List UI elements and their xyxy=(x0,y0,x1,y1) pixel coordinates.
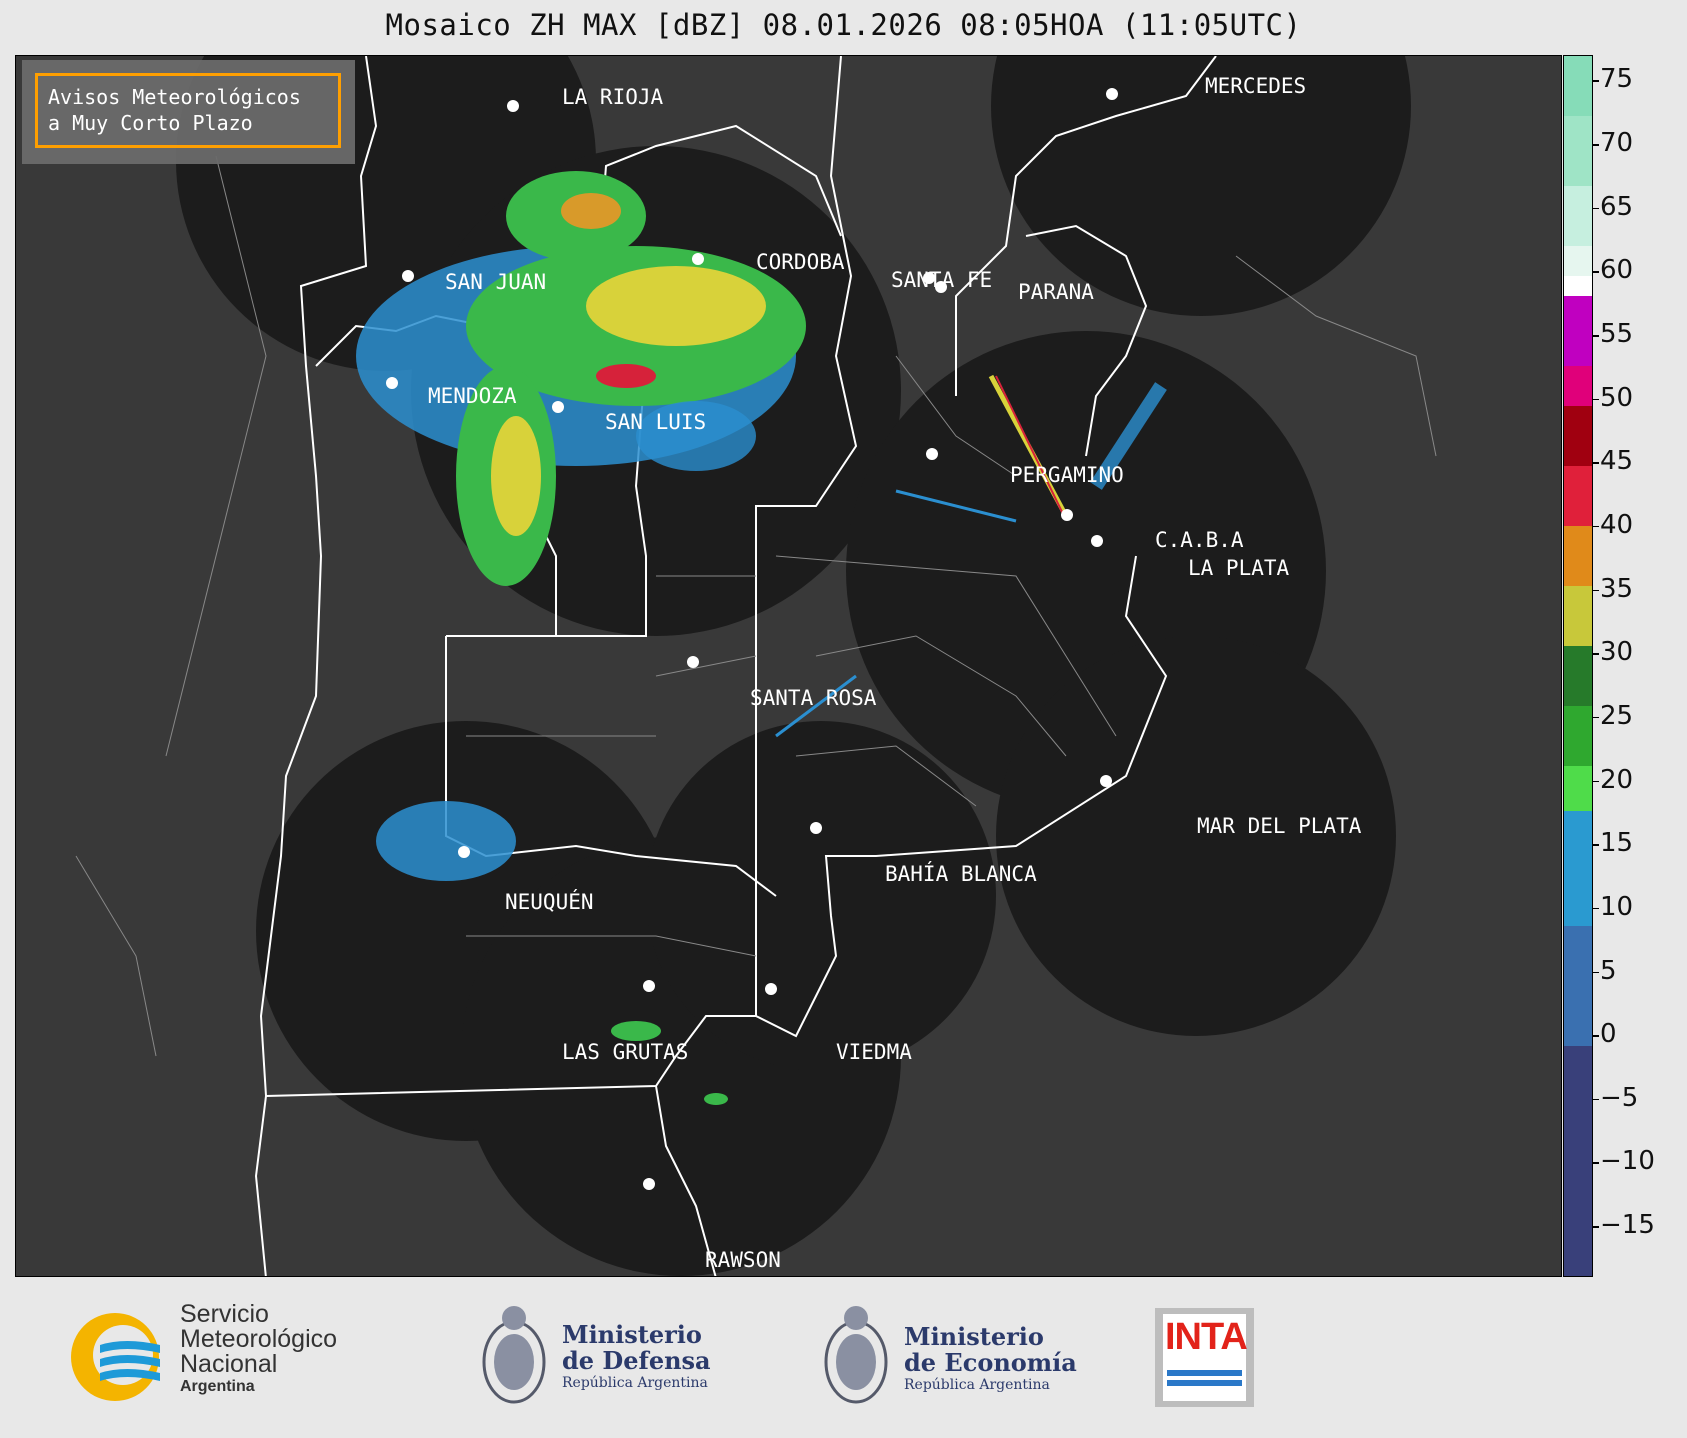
city-label: PARANA xyxy=(1018,280,1094,304)
city-label: MAR DEL PLATA xyxy=(1197,814,1362,838)
colorbar-tick-mark xyxy=(1593,335,1599,337)
radar-mosaic-canvas xyxy=(75,56,1437,1276)
city-label: BAHÍA BLANCA xyxy=(885,862,1037,886)
colorbar-tick-mark xyxy=(1593,271,1599,273)
badge-line-1: Avisos Meteorológicos xyxy=(48,85,301,109)
city-label: RAWSON xyxy=(705,1248,781,1272)
economia-seal-icon xyxy=(824,1306,888,1404)
inta-label: INTA xyxy=(1165,1316,1248,1358)
inta-logo: INTA xyxy=(1155,1308,1254,1407)
smn-line-2: Meteorológico xyxy=(180,1325,338,1353)
colorbar-tick-mark xyxy=(1593,398,1599,401)
colorbar-tick-mark xyxy=(1593,716,1599,719)
defensa-line-2: de Defensa xyxy=(562,1346,711,1375)
colorbar-tick-label: 40 xyxy=(1600,509,1634,540)
city-label: MERCEDES xyxy=(1205,74,1307,98)
economia-line-2: de Economía xyxy=(904,1348,1077,1377)
colorbar-tick-label: 10 xyxy=(1600,891,1634,922)
smn-line-1: Servicio xyxy=(180,1300,269,1328)
city-label: VIEDMA xyxy=(836,1040,912,1064)
colorbar-tick-mark xyxy=(1593,207,1599,210)
colorbar-tick-mark xyxy=(1593,1098,1599,1101)
colorbar-gradient xyxy=(1564,56,1592,1276)
economia-line-1: Ministerio xyxy=(904,1322,1044,1351)
colorbar-tick-mark xyxy=(1593,144,1599,146)
colorbar-tick-mark xyxy=(1593,1035,1599,1037)
city-label: LA PLATA xyxy=(1188,556,1290,580)
city-label: SAN LUIS xyxy=(605,410,707,434)
defensa-seal-icon xyxy=(482,1306,546,1404)
colorbar-tick-label: 45 xyxy=(1600,446,1634,477)
colorbar-tick-label: 55 xyxy=(1600,319,1634,350)
footer-logos: Servicio Meteorológico Nacional Argentin… xyxy=(0,1280,1687,1438)
colorbar-tick-label: 30 xyxy=(1600,637,1634,668)
radar-map[interactable] xyxy=(15,55,1562,1277)
colorbar-tick-mark xyxy=(1593,525,1599,528)
colorbar-tick-mark xyxy=(1593,1226,1599,1228)
colorbar-tick-label: 50 xyxy=(1600,382,1634,413)
defensa-wordmark: Ministerio de Defensa República Argentin… xyxy=(562,1322,711,1392)
colorbar-tick-label: 65 xyxy=(1600,191,1634,222)
city-label: PERGAMINO xyxy=(1010,463,1124,487)
colorbar-tick-label: 70 xyxy=(1600,128,1634,159)
colorbar-tick-mark xyxy=(1593,1162,1599,1164)
colorbar-tick-label: −5 xyxy=(1600,1082,1639,1113)
city-label: MENDOZA xyxy=(428,384,517,408)
map-title: Mosaico ZH MAX [dBZ] 08.01.2026 08:05HOA… xyxy=(385,8,1302,42)
defensa-line-3: República Argentina xyxy=(562,1375,708,1391)
city-label: CORDOBA xyxy=(756,250,845,274)
smn-wordmark: Servicio Meteorológico Nacional Argentin… xyxy=(180,1302,337,1397)
colorbar-tick-label: −10 xyxy=(1600,1146,1655,1177)
smn-line-3: Nacional xyxy=(180,1350,278,1378)
city-label: LA RIOJA xyxy=(562,85,664,109)
colorbar-tick-mark xyxy=(1593,80,1599,82)
city-label: C.A.B.A xyxy=(1155,528,1244,552)
warnings-badge-frame[interactable]: Avisos Meteorológicos a Muy Corto Plazo xyxy=(35,73,341,148)
city-label: SAN JUAN xyxy=(445,270,547,294)
colorbar-tick-mark xyxy=(1593,780,1599,783)
colorbar-tick-mark xyxy=(1593,462,1599,464)
colorbar-tick-label: 15 xyxy=(1600,828,1634,859)
colorbar-tick-label: 5 xyxy=(1600,955,1617,986)
colorbar-tick-mark xyxy=(1593,844,1599,846)
colorbar-tick-mark xyxy=(1593,907,1599,910)
colorbar-tick-mark xyxy=(1593,971,1599,973)
colorbar-tick-label: −15 xyxy=(1600,1210,1655,1241)
colorbar-tick-label: 0 xyxy=(1600,1019,1617,1050)
defensa-line-1: Ministerio xyxy=(562,1320,702,1349)
economia-line-3: República Argentina xyxy=(904,1377,1050,1393)
smn-logo-icon xyxy=(71,1313,160,1401)
colorbar-tick-label: 75 xyxy=(1600,64,1634,95)
colorbar-tick-label: 25 xyxy=(1600,700,1634,731)
colorbar-tick-label: 20 xyxy=(1600,764,1634,795)
colorbar-tick-mark xyxy=(1593,653,1599,655)
smn-line-4: Argentina xyxy=(180,1378,255,1395)
city-label: SANTA FE xyxy=(891,268,993,292)
city-label: LAS GRUTAS xyxy=(562,1040,689,1064)
dbz-colorbar xyxy=(1563,55,1593,1277)
colorbar-tick-label: 35 xyxy=(1600,573,1634,604)
city-label: NEUQUÉN xyxy=(505,890,594,914)
colorbar-tick-mark xyxy=(1593,589,1599,592)
badge-line-2: a Muy Corto Plazo xyxy=(48,111,253,135)
economia-wordmark: Ministerio de Economía República Argenti… xyxy=(904,1324,1077,1394)
city-label: SANTA ROSA xyxy=(750,686,877,710)
colorbar-tick-label: 60 xyxy=(1600,255,1634,286)
